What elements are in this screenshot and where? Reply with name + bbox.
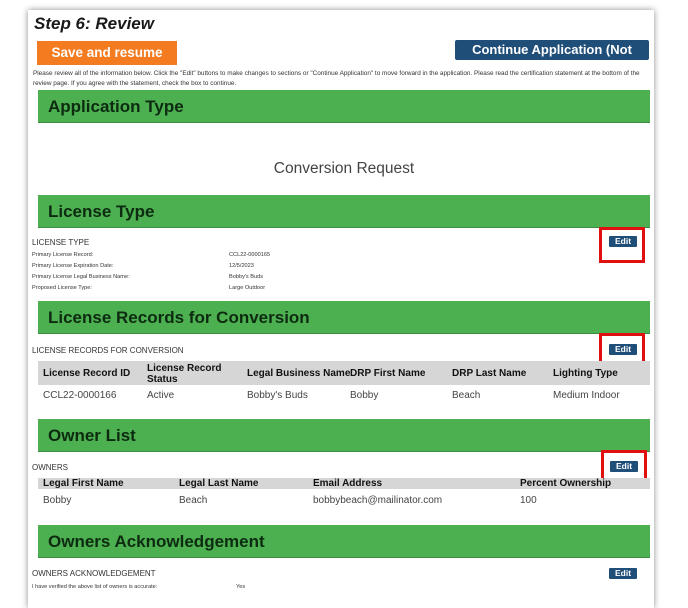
table-cell: 100	[520, 495, 537, 506]
field-value: Large Outdoor	[229, 285, 266, 291]
field-label: Primary License Legal Business Name:	[32, 274, 130, 280]
table-cell: Beach	[452, 390, 481, 401]
continue-application-button[interactable]: Continue Application (Not Saved)	[455, 40, 649, 77]
table-cell: Bobby's Buds	[247, 390, 308, 401]
field-label: I have verified the above list of owners…	[32, 584, 158, 590]
owners-ack-subheading: OWNERS ACKNOWLEDGEMENT	[32, 569, 156, 578]
field-value: CCL22-0000165	[229, 252, 271, 258]
field-value: 12/5/2023	[229, 263, 254, 269]
edit-button-owner-list[interactable]: Edit	[610, 461, 638, 472]
column-header: Lighting Type	[553, 368, 618, 379]
column-header: DRP First Name	[350, 368, 426, 379]
field-value: Yes	[236, 584, 246, 590]
owners-subheading: OWNERS	[32, 463, 68, 472]
edit-button-license-type[interactable]: Edit	[609, 236, 637, 247]
instructions-text: Please review all of the information bel…	[33, 70, 640, 87]
table-cell: Bobby	[43, 495, 72, 506]
section-header-license-records: License Records for Conversion	[38, 301, 650, 334]
column-header: Email Address	[313, 478, 383, 489]
edit-button-owners-ack[interactable]: Edit	[609, 568, 637, 579]
save-resume-button[interactable]: Save and resume later	[37, 41, 177, 84]
field-label: Primary License Record:	[32, 252, 94, 258]
table-cell: Active	[147, 390, 175, 401]
column-header: License Record Status	[147, 363, 222, 385]
column-header: Legal First Name	[43, 478, 124, 489]
review-page: Step 6: Review Save and resume later Con…	[28, 10, 654, 608]
table-cell: Medium Indoor	[553, 390, 620, 401]
section-header-application-type: Application Type	[38, 90, 650, 123]
column-header: License Record ID	[43, 368, 131, 379]
table-cell: CCL22-0000166	[43, 390, 117, 401]
field-label: Proposed License Type:	[32, 285, 92, 291]
column-header: DRP Last Name	[452, 368, 527, 379]
section-header-owners-acknowledgement: Owners Acknowledgement	[38, 525, 650, 558]
table-cell: Beach	[179, 495, 208, 506]
license-type-subheading: LICENSE TYPE	[32, 238, 90, 247]
application-type-value: Conversion Request	[273, 160, 415, 177]
page-title: Step 6: Review	[34, 14, 154, 33]
section-header-license-type: License Type	[38, 195, 650, 228]
column-header: Percent Ownership	[520, 478, 612, 489]
section-header-owner-list: Owner List	[38, 419, 650, 452]
table-cell: bobbybeach@mailinator.com	[313, 495, 443, 506]
column-header: Legal Business Name	[247, 368, 351, 379]
column-header: Legal Last Name	[179, 478, 259, 489]
field-value: Bobby's Buds	[229, 274, 264, 280]
edit-button-license-records[interactable]: Edit	[609, 344, 637, 355]
license-records-subheading: LICENSE RECORDS FOR CONVERSION	[32, 346, 184, 355]
table-cell: Bobby	[350, 390, 379, 401]
field-label: Primary License Expiration Date:	[32, 263, 114, 269]
